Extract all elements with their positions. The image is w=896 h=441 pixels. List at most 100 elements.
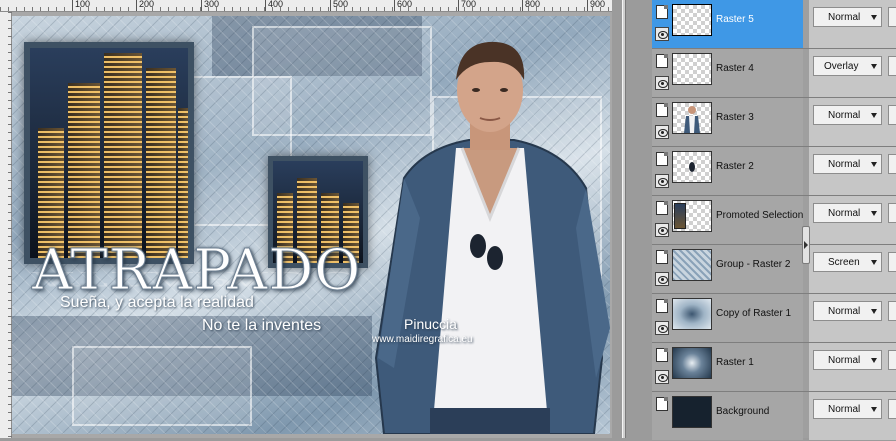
visibility-eye-icon[interactable]: [655, 27, 669, 41]
layer-type-icon: [656, 397, 668, 411]
chevron-down-icon: [871, 260, 877, 265]
ruler-tick: [330, 0, 331, 11]
layer-type-icon: [656, 348, 668, 362]
visibility-eye-icon[interactable]: [655, 370, 669, 384]
ruler-tick: [394, 0, 395, 11]
layer-type-icon: [656, 5, 668, 19]
visibility-eye-icon[interactable]: [655, 223, 669, 237]
layer-thumbnail[interactable]: [672, 249, 712, 281]
layer-thumbnail[interactable]: [672, 298, 712, 330]
blend-mode-dropdown[interactable]: Screen: [813, 252, 882, 272]
artwork-subtitle: Sueña, y acepta la realidad: [60, 294, 254, 311]
layer-name-area[interactable]: Group - Raster 2: [652, 245, 803, 293]
opacity-control[interactable]: [888, 7, 896, 27]
layer-name-area[interactable]: Raster 1: [652, 343, 803, 391]
layer-name-area[interactable]: Background: [652, 392, 803, 440]
blend-mode-dropdown[interactable]: Normal: [813, 301, 882, 321]
blend-mode-value: Normal: [828, 404, 861, 415]
skyscraper: [178, 108, 188, 258]
layer-name: Group - Raster 2: [716, 259, 791, 270]
layer-name-area[interactable]: Raster 3: [652, 98, 803, 146]
layer-row-raster-2[interactable]: Raster 2 Normal: [652, 147, 896, 196]
opacity-control[interactable]: [888, 203, 896, 223]
city-photo-large: [24, 42, 194, 264]
layer-row-raster-3[interactable]: Raster 3 Normal: [652, 98, 896, 147]
artwork-subtitle: No te la inventes: [202, 317, 322, 334]
blend-mode-dropdown[interactable]: Overlay: [813, 56, 882, 76]
ruler-label: 400: [268, 0, 284, 9]
ruler-minor-ticks: [0, 7, 612, 11]
blend-mode-value: Normal: [828, 355, 861, 366]
layer-thumbnail[interactable]: [672, 53, 712, 85]
ruler-tick: [265, 0, 266, 11]
layer-thumbnail[interactable]: [672, 102, 712, 134]
layer-type-icon: [656, 54, 668, 68]
layer-row-promoted-selection[interactable]: Promoted Selection Normal: [652, 196, 896, 245]
layer-type-icon: [656, 103, 668, 117]
canvas-window[interactable]: 100 200 300 400 500 600 700 800 900 ATRA…: [0, 0, 612, 438]
visibility-eye-icon[interactable]: [655, 174, 669, 188]
layer-name-area[interactable]: Copy of Raster 1: [652, 294, 803, 342]
layer-name-area[interactable]: Promoted Selection: [652, 196, 803, 244]
blend-mode-dropdown[interactable]: Normal: [813, 7, 882, 27]
layer-name-area[interactable]: Raster 2: [652, 147, 803, 195]
layers-palette: Raster 5 Normal Raster 4 Overlay Raster …: [652, 0, 896, 441]
chevron-down-icon: [871, 358, 877, 363]
opacity-control[interactable]: [888, 105, 896, 125]
window-gap: [612, 0, 652, 438]
layer-name: Copy of Raster 1: [716, 308, 792, 319]
opacity-control[interactable]: [888, 350, 896, 370]
layer-thumbnail[interactable]: [672, 151, 712, 183]
city-thumbnail-icon: [674, 203, 686, 229]
layer-row-raster-1[interactable]: Raster 1 Normal: [652, 343, 896, 392]
opacity-control[interactable]: [888, 252, 896, 272]
layer-thumbnail[interactable]: [672, 396, 712, 428]
panel-splitter-handle[interactable]: [802, 226, 810, 264]
ruler-label: 300: [204, 0, 220, 9]
blend-mode-value: Normal: [828, 159, 861, 170]
blend-mode-dropdown[interactable]: Normal: [813, 350, 882, 370]
ruler-tick: [458, 0, 459, 11]
layer-thumbnail[interactable]: [672, 347, 712, 379]
layer-thumbnail[interactable]: [672, 200, 712, 232]
layer-name: Promoted Selection: [716, 210, 804, 221]
layer-name-area[interactable]: Raster 5: [652, 0, 803, 48]
blend-mode-dropdown[interactable]: Normal: [813, 154, 882, 174]
vertical-ruler: [0, 12, 12, 438]
layer-thumbnail[interactable]: [672, 4, 712, 36]
ruler-label: 600: [397, 0, 413, 9]
blend-mode-dropdown[interactable]: Normal: [813, 105, 882, 125]
layer-name: Raster 5: [716, 14, 754, 25]
small-object-thumbnail-icon: [689, 162, 695, 172]
artwork-canvas[interactable]: ATRAPADO ATRAPADO Sueña, y acepta la rea…: [12, 16, 610, 434]
layer-row-copy-of-raster-1[interactable]: Copy of Raster 1 Normal: [652, 294, 896, 343]
layer-type-icon: [656, 201, 668, 215]
chevron-down-icon: [871, 64, 877, 69]
blend-mode-dropdown[interactable]: Normal: [813, 203, 882, 223]
layer-row-background[interactable]: Background Normal: [652, 392, 896, 441]
layer-row-raster-5[interactable]: Raster 5 Normal: [652, 0, 896, 49]
ruler-label: 100: [75, 0, 91, 9]
window-divider[interactable]: [622, 0, 626, 438]
visibility-eye-icon[interactable]: [655, 321, 669, 335]
visibility-eye-icon[interactable]: [655, 76, 669, 90]
ruler-label: 800: [525, 0, 541, 9]
opacity-control[interactable]: [888, 301, 896, 321]
man-figure: [374, 41, 610, 434]
ruler-tick: [587, 0, 588, 11]
man-thumbnail-icon: [684, 106, 700, 133]
visibility-eye-icon[interactable]: [655, 272, 669, 286]
blend-mode-dropdown[interactable]: Normal: [813, 399, 882, 419]
opacity-control[interactable]: [888, 154, 896, 174]
watermark-name: Pinuccia: [404, 316, 457, 332]
layer-row-group-raster-2[interactable]: Group - Raster 2 Screen: [652, 245, 896, 294]
layer-name-area[interactable]: Raster 4: [652, 49, 803, 97]
opacity-control[interactable]: [888, 56, 896, 76]
layer-row-raster-4[interactable]: Raster 4 Overlay: [652, 49, 896, 98]
layer-type-icon: [656, 250, 668, 264]
chevron-down-icon: [871, 113, 877, 118]
ruler-tick: [201, 0, 202, 11]
visibility-eye-icon[interactable]: [655, 125, 669, 139]
opacity-control[interactable]: [888, 399, 896, 419]
ruler-label: 900: [590, 0, 606, 9]
